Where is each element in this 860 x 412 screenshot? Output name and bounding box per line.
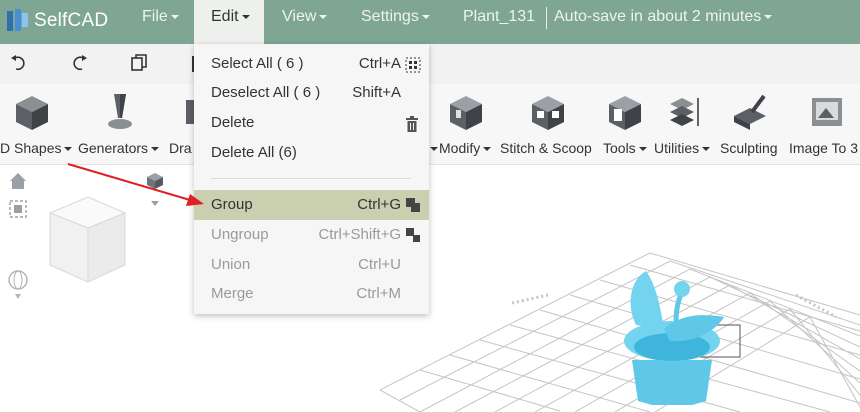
selfcad-logo-icon [7, 9, 28, 31]
tool-label: Stitch & Scoop [500, 140, 592, 156]
group-icon [406, 198, 420, 212]
generator-icon[interactable] [100, 92, 140, 132]
chevron-down-icon [241, 14, 250, 19]
tools-row: D Shapes Generators Dra Modify Stitch & … [0, 84, 860, 165]
redo-icon[interactable] [68, 52, 90, 74]
ungroup-shortcut: Ctrl+Shift+G [318, 226, 401, 243]
tool-label: Generators [78, 140, 149, 156]
menu-group[interactable]: Group Ctrl+G [194, 190, 429, 220]
chevron-down-icon [702, 147, 711, 152]
menu-view[interactable]: View [282, 0, 328, 44]
union-label: Union [211, 256, 251, 273]
menu-settings-label: Settings [361, 8, 419, 25]
home-icon[interactable] [10, 173, 26, 189]
view-cube[interactable] [48, 196, 127, 283]
menu-union[interactable]: Union Ctrl+U [194, 250, 429, 280]
chevron-down-icon [430, 147, 438, 152]
tool-label: Image To 3 [789, 140, 859, 156]
plant-model[interactable] [624, 271, 724, 405]
modify-icon[interactable] [446, 92, 486, 132]
menu-delete[interactable]: Delete [194, 108, 429, 138]
project-name-label: Plant_131 [463, 8, 536, 25]
cube-icon[interactable] [12, 92, 52, 132]
menu-edit-label: Edit [211, 8, 239, 25]
union-shortcut: Ctrl+U [358, 256, 401, 273]
tool-generators[interactable]: Generators [78, 140, 160, 156]
group-label: Group [211, 196, 253, 213]
tool-label: Dra [169, 140, 192, 156]
ungroup-label: Ungroup [211, 226, 269, 243]
menu-edit[interactable]: Edit [194, 0, 264, 44]
select-all-icon [405, 57, 421, 73]
logo-text: SelfCAD [34, 10, 109, 31]
chevron-down-icon [64, 147, 73, 152]
utilities-icon[interactable] [664, 92, 704, 132]
tools-icon[interactable] [605, 92, 645, 132]
tool-draw[interactable]: Dra [169, 140, 192, 156]
tool-label: Sculpting [720, 140, 778, 156]
stitch-scoop-icon[interactable] [528, 92, 568, 132]
tool-modify[interactable]: Modify [439, 140, 492, 156]
chevron-down-icon [483, 147, 492, 152]
3d-viewport[interactable] [0, 165, 860, 412]
selfcad-logo[interactable]: SelfCAD [6, 6, 136, 38]
tool-label: Utilities [654, 140, 700, 156]
undo-icon[interactable] [8, 52, 30, 74]
tool-utilities[interactable]: Utilities [654, 140, 711, 156]
tool-stitch-scoop[interactable]: Stitch & Scoop [500, 140, 592, 156]
chevron-down-icon [421, 14, 430, 19]
chevron-down-icon [319, 14, 328, 19]
menu-delete-all[interactable]: Delete All (6) [194, 138, 429, 168]
chevron-down-icon [151, 147, 160, 152]
autosave-status[interactable]: Auto-save in about 2 minutes [554, 0, 773, 44]
fit-view-icon[interactable] [9, 200, 27, 218]
tool-sculpting[interactable]: Sculpting [720, 140, 778, 156]
menu-settings[interactable]: Settings [361, 0, 430, 44]
menu-ungroup[interactable]: Ungroup Ctrl+Shift+G [194, 220, 429, 250]
chevron-down-icon [638, 147, 647, 152]
chevron-down-icon [764, 14, 773, 19]
menu-file-label: File [142, 8, 168, 25]
trash-icon [406, 116, 418, 132]
deselect-all-label: Deselect All ( 6 ) [211, 84, 321, 101]
delete-label: Delete [211, 114, 255, 131]
tool-3d-shapes[interactable]: D Shapes [0, 140, 73, 156]
menu-select-all[interactable]: Select All ( 6 ) Ctrl+A [194, 49, 429, 79]
menu-view-label: View [282, 8, 317, 25]
tool-label: Modify [439, 140, 481, 156]
tool-label: D Shapes [0, 140, 62, 156]
quick-toolbar [0, 44, 860, 84]
select-all-label: Select All ( 6 ) [211, 55, 304, 72]
group-shortcut: Ctrl+G [357, 196, 401, 213]
sculpting-icon[interactable] [730, 92, 770, 132]
deselect-all-shortcut: Shift+A [352, 84, 401, 101]
grid-floor [379, 252, 860, 412]
menu-divider [546, 7, 547, 29]
view-cube-toggle-icon[interactable] [147, 173, 163, 206]
grid-label-left [511, 293, 549, 305]
autosave-label: Auto-save in about 2 minutes [554, 8, 762, 25]
image-to-3d-icon[interactable] [808, 92, 848, 132]
tool-label: Tools [603, 140, 636, 156]
tool-tools[interactable]: Tools [603, 140, 647, 156]
menu-file[interactable]: File [142, 0, 179, 44]
tool-image-to-3d[interactable]: Image To 3 [789, 140, 858, 156]
chevron-down-icon [170, 14, 179, 19]
delete-all-label: Delete All (6) [211, 144, 297, 161]
menu-deselect-all[interactable]: Deselect All ( 6 ) Shift+A [194, 78, 429, 108]
menu-separator [211, 178, 411, 179]
menu-bar: SelfCAD File Edit View Settings Plant_13… [0, 0, 860, 44]
menu-merge[interactable]: Merge Ctrl+M [194, 279, 429, 309]
merge-label: Merge [211, 285, 254, 302]
edit-dropdown: Select All ( 6 ) Ctrl+A Deselect All ( 6… [194, 44, 429, 314]
perspective-icon[interactable] [8, 270, 28, 299]
select-all-shortcut: Ctrl+A [358, 55, 401, 72]
viewport-scene [8, 173, 860, 412]
ungroup-icon [406, 228, 420, 242]
project-name[interactable]: Plant_131 [463, 0, 535, 44]
merge-shortcut: Ctrl+M [356, 285, 401, 302]
copy-icon[interactable] [128, 52, 150, 74]
